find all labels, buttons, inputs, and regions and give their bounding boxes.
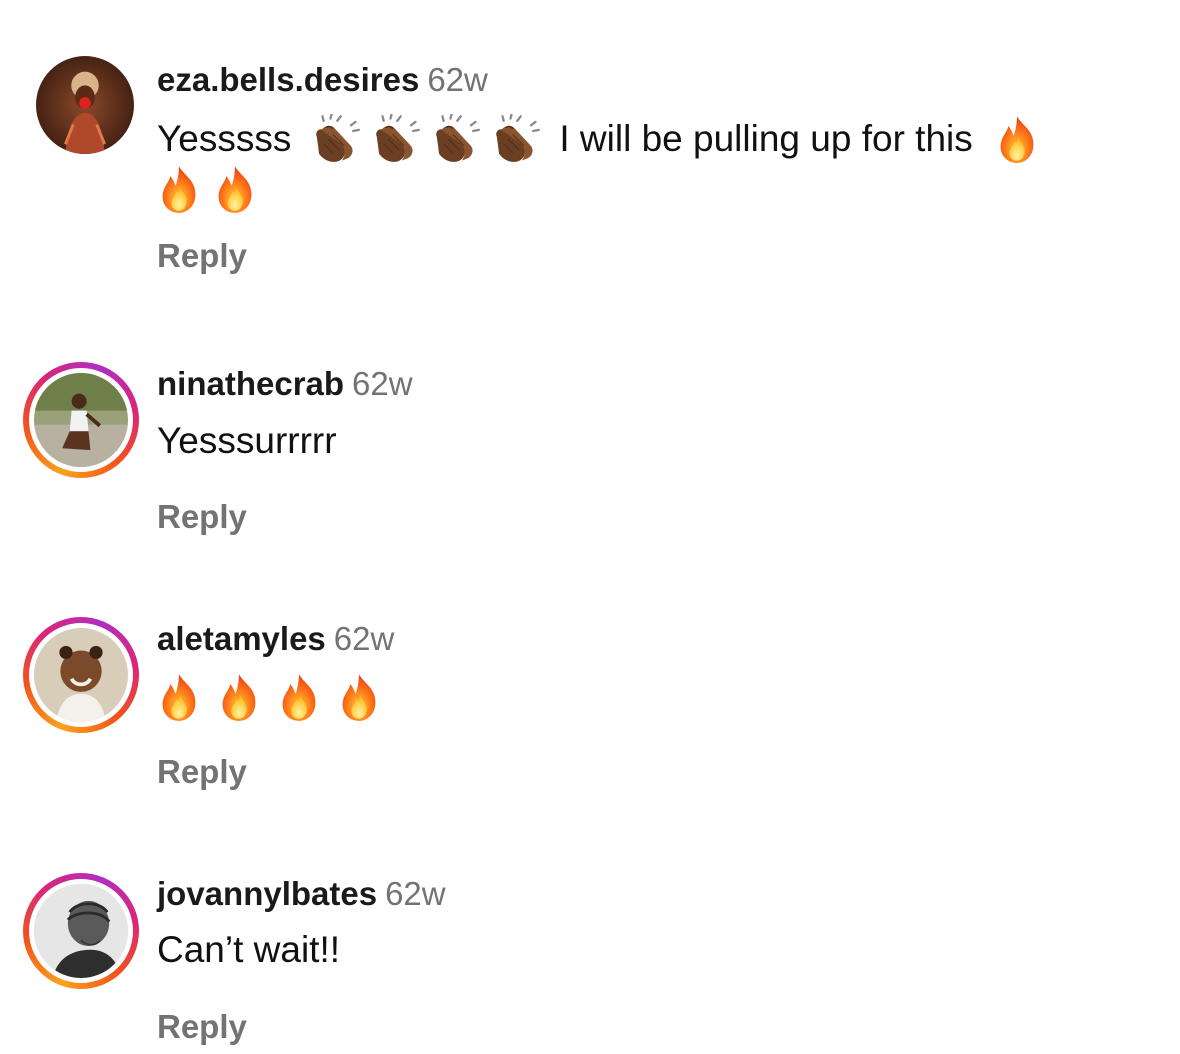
comment-text-part: Yesssss [157,118,292,159]
clapping-hands-emoji [367,114,423,164]
username[interactable]: aletamyles [157,620,326,657]
avatar-story-ring[interactable] [23,362,139,478]
reply-button[interactable]: Reply [157,752,247,792]
avatar-story-ring[interactable] [23,617,139,733]
emoji-row [157,164,257,214]
avatar-image [36,56,134,154]
avatar-image [34,373,128,467]
reply-button[interactable]: Reply [157,497,247,537]
reply-button[interactable]: Reply [157,1007,247,1047]
comment-header: jovannylbates 62w [157,874,446,914]
avatar-image [34,884,128,978]
comment-text-part: I will be pulling up for this [559,118,973,159]
username[interactable]: ninathecrab [157,365,344,402]
clapping-hands-emoji [487,114,543,164]
comment-header: ninathecrab 62w [157,364,413,404]
comment-text: Yesssss I will be pulling up for this [157,114,1039,164]
clapping-hands-emoji [427,114,483,164]
timestamp: 62w [427,61,488,98]
timestamp: 62w [352,365,413,402]
avatar-photo [36,56,134,154]
fire-emoji [277,672,321,722]
avatar-photo [34,373,128,467]
timestamp: 62w [385,875,446,912]
emoji-row [157,672,381,722]
comment-text: Can’t wait!! [157,929,341,970]
clap-emoji-group [307,114,543,164]
fire-emoji [337,672,381,722]
comment-header: aletamyles 62w [157,619,394,659]
avatar-story-ring[interactable] [23,873,139,989]
avatar-photo [34,884,128,978]
reply-button[interactable]: Reply [157,236,247,276]
fire-emoji [157,672,201,722]
avatar-photo [34,628,128,722]
username[interactable]: jovannylbates [157,875,377,912]
comment-text: Yesssurrrrr [157,420,337,461]
fire-emoji [995,114,1039,164]
username[interactable]: eza.bells.desires [157,61,419,98]
avatar[interactable] [36,56,134,154]
timestamp: 62w [333,620,395,657]
clapping-hands-emoji [307,114,363,164]
fire-emoji [213,164,257,214]
fire-emoji [157,164,201,214]
fire-emoji [217,672,261,722]
avatar-image [34,628,128,722]
comment-header: eza.bells.desires 62w [157,60,488,100]
